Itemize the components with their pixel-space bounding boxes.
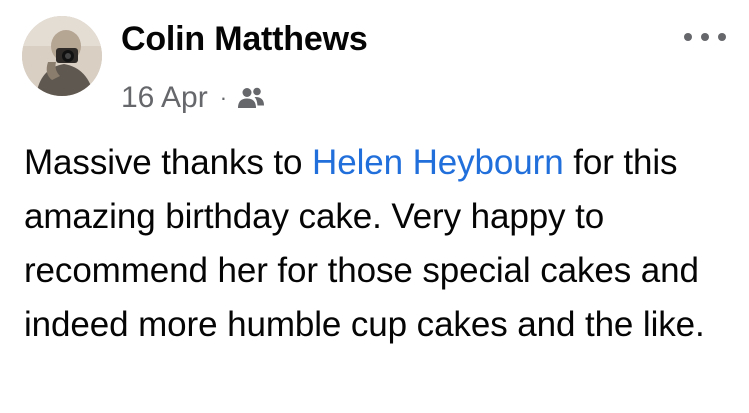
- mention-link[interactable]: Helen Heybourn: [312, 143, 564, 182]
- author-name[interactable]: Colin Matthews: [121, 20, 368, 59]
- post-meta: 16 Apr ·: [121, 78, 266, 118]
- meta-separator: ·: [219, 85, 228, 110]
- facebook-post: Colin Matthews 16 Apr · Massive thanks t…: [0, 0, 749, 413]
- more-options-button[interactable]: [684, 26, 726, 48]
- more-dot: [701, 33, 709, 41]
- post-text-intro: Massive thanks to: [24, 143, 313, 182]
- post-body: Massive thanks to Helen Heybourn for thi…: [24, 136, 734, 352]
- post-date[interactable]: 16 Apr: [121, 81, 208, 115]
- more-dot: [684, 33, 692, 41]
- author-avatar[interactable]: [22, 16, 102, 96]
- avatar-photo: [22, 16, 102, 96]
- more-dot: [718, 33, 726, 41]
- friends-icon[interactable]: [236, 86, 266, 110]
